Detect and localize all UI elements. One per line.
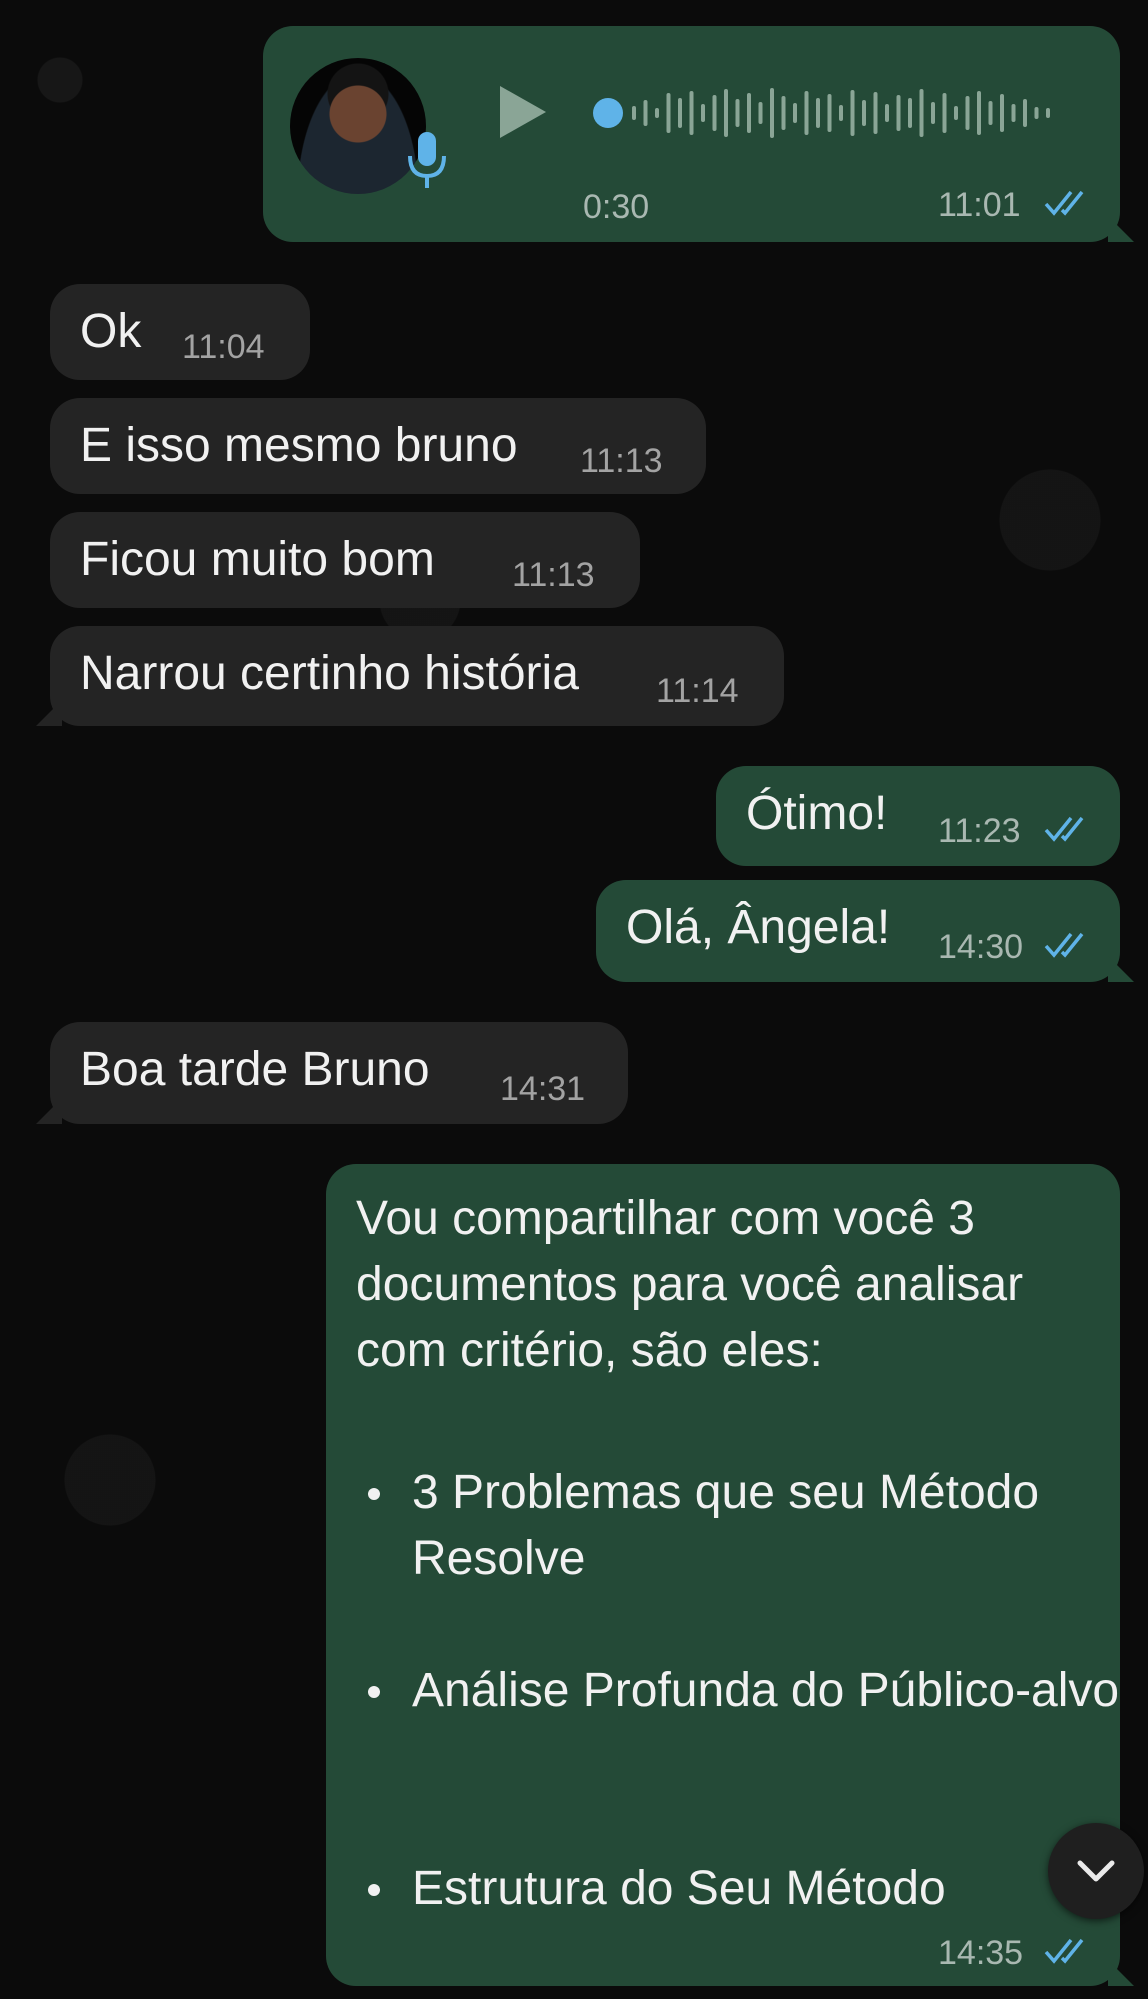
message-text: Narrou certinho história bbox=[80, 647, 579, 700]
double-check-icon bbox=[1044, 932, 1084, 958]
message-time: 11:13 bbox=[512, 556, 595, 594]
play-icon[interactable] bbox=[498, 82, 548, 142]
voice-waveform[interactable] bbox=[590, 86, 1070, 140]
message-time: 11:04 bbox=[182, 328, 265, 366]
message-text: Boa tarde Bruno bbox=[80, 1043, 430, 1096]
message-text: Vou compartilhar com você 3 documentos p… bbox=[356, 1186, 1096, 1384]
list-item: Estrutura do Seu Método bbox=[356, 1856, 1126, 1922]
message-time: 11:13 bbox=[580, 442, 663, 480]
message-time: 14:31 bbox=[500, 1070, 586, 1108]
scroll-to-bottom-button[interactable] bbox=[1048, 1823, 1144, 1919]
outgoing-message[interactable]: Ótimo! 11:23 bbox=[716, 766, 1120, 866]
list-item: 3 Problemas que seu Método Resolve bbox=[356, 1460, 1126, 1592]
incoming-message[interactable]: Narrou certinho história 11:14 bbox=[36, 626, 784, 726]
playback-position-dot bbox=[593, 98, 623, 128]
message-time: 11:14 bbox=[656, 672, 739, 710]
incoming-message[interactable]: Boa tarde Bruno 14:31 bbox=[36, 1022, 628, 1124]
mic-icon bbox=[408, 132, 446, 188]
message-time: 11:01 bbox=[938, 186, 1021, 224]
message-time: 14:35 bbox=[938, 1934, 1024, 1972]
message-intro: Vou compartilhar com você 3 documentos p… bbox=[356, 1192, 1024, 1377]
double-check-icon bbox=[1044, 190, 1084, 216]
incoming-message[interactable]: Ficou muito bom 11:13 bbox=[50, 512, 640, 608]
incoming-message[interactable]: E isso mesmo bruno 11:13 bbox=[50, 398, 706, 494]
incoming-message[interactable]: Ok 11:04 bbox=[50, 284, 310, 380]
double-check-icon bbox=[1044, 816, 1084, 842]
message-text: Ficou muito bom bbox=[80, 533, 435, 586]
double-check-icon bbox=[1044, 1938, 1084, 1964]
chevron-down-icon bbox=[1077, 1860, 1115, 1882]
message-text: Olá, Ângela! bbox=[626, 901, 891, 954]
list-item: Análise Profunda do Público-alvo bbox=[356, 1658, 1126, 1724]
message-time: 14:30 bbox=[938, 928, 1024, 966]
outgoing-message[interactable]: Vou compartilhar com você 3 documentos p… bbox=[326, 1164, 1134, 1986]
message-time: 11:23 bbox=[938, 812, 1021, 850]
message-text: Ok bbox=[80, 305, 142, 358]
outgoing-message[interactable]: Olá, Ângela! 14:30 bbox=[596, 880, 1134, 982]
message-text: Ótimo! bbox=[746, 787, 888, 840]
message-text: E isso mesmo bruno bbox=[80, 419, 518, 472]
voice-duration: 0:30 bbox=[583, 188, 650, 226]
